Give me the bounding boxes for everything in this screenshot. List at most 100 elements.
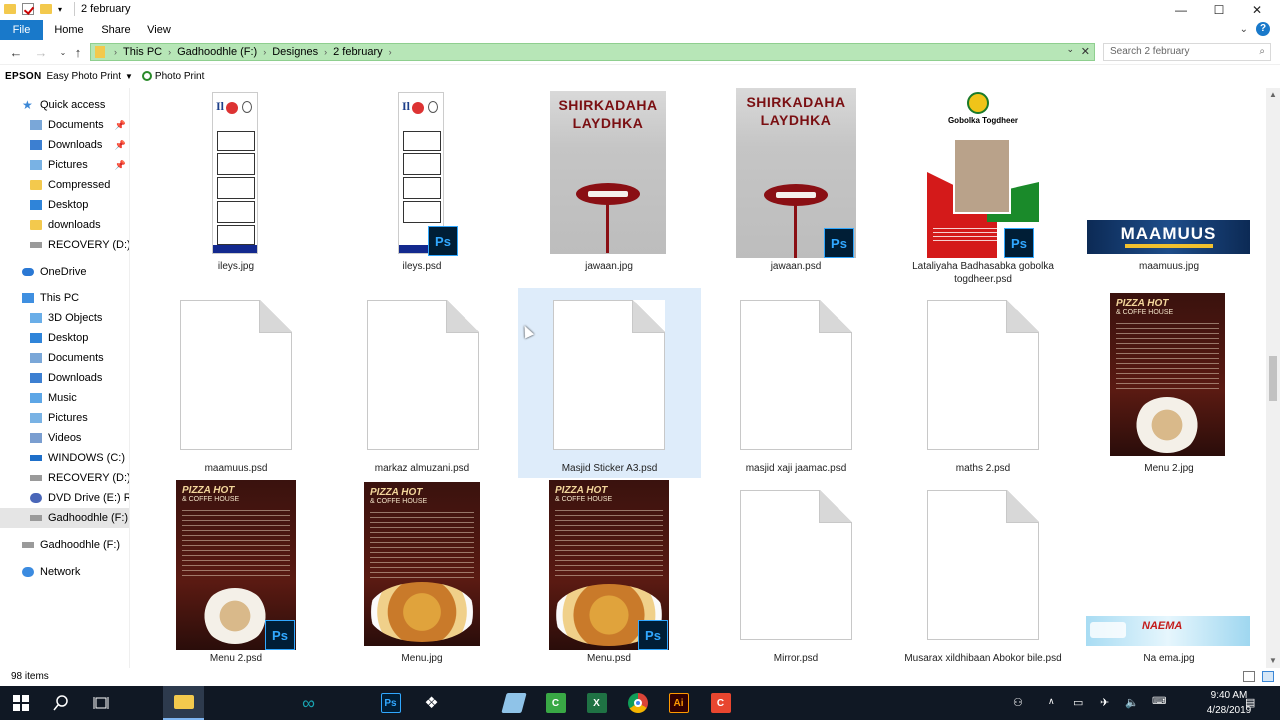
- file-tile[interactable]: PIZZA HOT & COFFE HOUSE Menu 2.jpg: [1094, 288, 1244, 478]
- details-view-icon[interactable]: [1243, 671, 1255, 682]
- sidebar-item-downloads-pc[interactable]: Downloads: [0, 368, 129, 388]
- chevron-right-icon[interactable]: ›: [388, 47, 393, 57]
- pin-icon[interactable]: 📌: [115, 120, 126, 131]
- taskbar-chrome[interactable]: [617, 686, 658, 720]
- network-tray-icon[interactable]: ✈: [1100, 696, 1109, 709]
- sidebar-item-dvd-drive[interactable]: DVD Drive (E:) Resid: [0, 488, 129, 508]
- sidebar-item-recovery-d-pc[interactable]: RECOVERY (D:): [0, 468, 129, 488]
- tab-share[interactable]: Share: [97, 20, 135, 40]
- properties-icon[interactable]: [22, 3, 34, 15]
- sidebar-item-this-pc[interactable]: This PC: [0, 288, 129, 308]
- file-tile[interactable]: masjid xaji jaamac.psd: [721, 288, 871, 478]
- scroll-up-icon[interactable]: ▲: [1269, 90, 1277, 99]
- file-tile[interactable]: SHIRKADAHA LAYDHKA jawaan.jpg: [534, 88, 684, 278]
- sidebar-item-pictures-pc[interactable]: Pictures: [0, 408, 129, 428]
- sidebar-item-gadhoodhle-f-root[interactable]: Gadhoodhle (F:): [0, 535, 129, 555]
- pin-icon[interactable]: 📌: [115, 160, 126, 171]
- vertical-scrollbar[interactable]: ▲ ▼: [1266, 88, 1280, 668]
- file-tile[interactable]: PIZZA HOT & COFFE HOUSE Menu.jpg: [347, 478, 497, 668]
- file-tile[interactable]: Il ileys.jpg: [161, 88, 311, 278]
- scroll-down-icon[interactable]: ▼: [1269, 656, 1277, 665]
- volume-icon[interactable]: 🔈: [1125, 696, 1139, 709]
- input-language-icon[interactable]: ⌨: [1152, 696, 1166, 707]
- large-icons-view-icon[interactable]: [1262, 671, 1274, 682]
- tab-file[interactable]: File: [0, 20, 43, 40]
- close-icon[interactable]: ✕: [1081, 45, 1090, 58]
- sidebar-item-recovery-d[interactable]: RECOVERY (D:): [0, 235, 129, 255]
- breadcrumb-current[interactable]: 2 february: [328, 46, 388, 58]
- file-tile-selected[interactable]: Masjid Sticker A3.psd: [518, 288, 701, 478]
- file-tile[interactable]: Gobolka Togdheer Ps Lataliyaha Badhasabk…: [908, 88, 1058, 288]
- sidebar-item-desktop[interactable]: Desktop: [0, 195, 129, 215]
- search-icon[interactable]: ⌕: [1259, 46, 1265, 57]
- sidebar-item-3d-objects[interactable]: 3D Objects: [0, 308, 129, 328]
- breadcrumb-designes[interactable]: Designes: [267, 46, 323, 58]
- scrollbar-thumb[interactable]: [1269, 356, 1277, 401]
- sidebar-item-downloads-folder[interactable]: downloads: [0, 215, 129, 235]
- pin-icon[interactable]: 📌: [115, 140, 126, 151]
- sidebar-item-gadhoodhle-f[interactable]: Gadhoodhle (F:): [0, 508, 129, 528]
- address-bar[interactable]: › This PC › Gadhoodhle (F:) › Designes ›…: [90, 43, 1095, 61]
- up-arrow-icon[interactable]: ↑: [69, 43, 87, 61]
- sidebar-item-compressed[interactable]: Compressed: [0, 175, 129, 195]
- sidebar-item-onedrive[interactable]: OneDrive: [0, 262, 129, 282]
- easy-photo-print-button[interactable]: Easy Photo Print: [47, 71, 121, 82]
- sidebar-item-music[interactable]: Music: [0, 388, 129, 408]
- taskbar-arduino[interactable]: ∞: [288, 686, 329, 720]
- back-arrow-icon[interactable]: ←: [7, 43, 25, 61]
- file-tile[interactable]: Il Ps ileys.psd: [347, 88, 497, 278]
- expand-ribbon-icon[interactable]: ⌄: [1240, 24, 1248, 35]
- sidebar-item-documents-pc[interactable]: Documents: [0, 348, 129, 368]
- show-hidden-icons-icon[interactable]: ∧: [1048, 696, 1055, 707]
- file-tile[interactable]: NAEMA Na ema.jpg: [1086, 478, 1250, 668]
- file-tile[interactable]: SHIRKADAHA LAYDHKA Ps jawaan.psd: [721, 88, 871, 278]
- tab-home[interactable]: Home: [50, 20, 88, 40]
- file-tile[interactable]: PIZZA HOT & COFFE HOUSE Ps Menu.psd: [534, 478, 684, 668]
- dvd-drive-icon: [30, 493, 42, 503]
- tab-view[interactable]: View: [141, 20, 177, 40]
- help-icon[interactable]: ?: [1256, 22, 1270, 36]
- taskbar-app[interactable]: [493, 686, 534, 720]
- notifications-icon[interactable]: ▤: [1245, 696, 1255, 709]
- sidebar-item-desktop-pc[interactable]: Desktop: [0, 328, 129, 348]
- photo-print-button[interactable]: Photo Print: [155, 71, 204, 82]
- sidebar-item-network[interactable]: Network: [0, 562, 129, 582]
- search-input[interactable]: Search 2 february ⌕: [1103, 43, 1271, 61]
- battery-icon[interactable]: ▭: [1073, 696, 1083, 709]
- file-tile[interactable]: PIZZA HOT & COFFE HOUSE Ps Menu 2.psd: [161, 478, 311, 668]
- taskbar-camtasia[interactable]: C: [535, 686, 576, 720]
- sidebar-item-downloads[interactable]: Downloads 📌: [0, 135, 129, 155]
- sidebar-item-videos[interactable]: Videos: [0, 428, 129, 448]
- file-tile[interactable]: Musarax xildhibaan Abokor bile.psd: [896, 478, 1070, 668]
- taskbar-excel[interactable]: X: [576, 686, 617, 720]
- new-folder-icon[interactable]: [40, 4, 52, 14]
- sidebar-item-quick-access[interactable]: ★ Quick access: [0, 95, 129, 115]
- breadcrumb-drive[interactable]: Gadhoodhle (F:): [172, 46, 262, 58]
- taskbar-dropbox[interactable]: ❖: [411, 686, 452, 720]
- file-tile[interactable]: markaz almuzani.psd: [347, 288, 497, 478]
- sidebar-item-documents[interactable]: Documents 📌: [0, 115, 129, 135]
- people-icon[interactable]: ⚇: [1013, 696, 1023, 709]
- sidebar-item-pictures[interactable]: Pictures 📌: [0, 155, 129, 175]
- file-tile[interactable]: maamuus.psd: [161, 288, 311, 478]
- taskbar-illustrator[interactable]: Ai: [658, 686, 699, 720]
- poster-title: SHIRKADAHA: [558, 97, 658, 113]
- start-button[interactable]: [0, 686, 41, 720]
- chevron-down-icon[interactable]: ▼: [125, 72, 133, 81]
- customize-qat-icon[interactable]: ▾: [58, 5, 62, 14]
- task-view-button[interactable]: [80, 686, 121, 720]
- search-button[interactable]: [40, 686, 81, 720]
- sidebar-item-windows-c[interactable]: WINDOWS (C:): [0, 448, 129, 468]
- file-tile[interactable]: maths 2.psd: [908, 288, 1058, 478]
- breadcrumb-this-pc[interactable]: This PC: [118, 46, 167, 58]
- taskbar-app-red[interactable]: C: [700, 686, 741, 720]
- file-tile[interactable]: Mirror.psd: [721, 478, 871, 668]
- close-button[interactable]: ✕: [1234, 0, 1280, 20]
- chevron-down-icon[interactable]: ⌄: [1066, 44, 1074, 55]
- emblem-icon: [967, 92, 989, 114]
- forward-arrow-icon[interactable]: →: [32, 43, 50, 61]
- taskbar-file-explorer[interactable]: [163, 686, 204, 720]
- taskbar-photoshop[interactable]: Ps: [370, 686, 411, 720]
- file-tile[interactable]: MAAMUUS maamuus.jpg: [1087, 88, 1250, 278]
- epson-logo: EPSON: [5, 70, 42, 82]
